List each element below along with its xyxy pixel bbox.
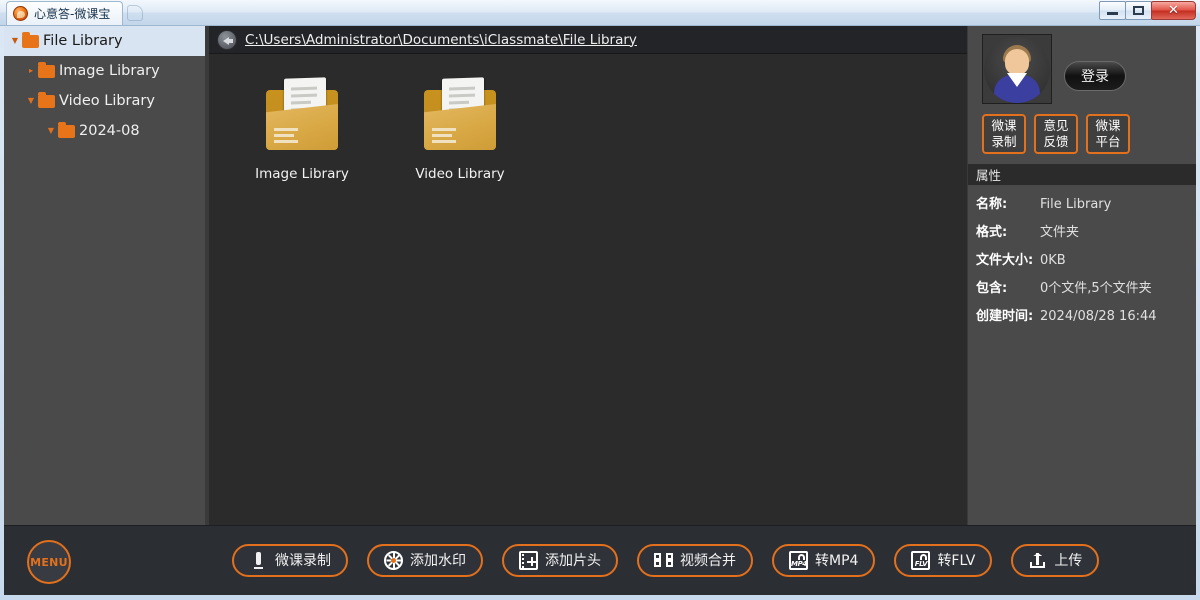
property-key: 格式: (976, 225, 1008, 240)
folder-icon (38, 91, 55, 108)
convert-flv-button[interactable]: FLV 转FLV (894, 544, 993, 577)
close-button[interactable]: ✕ (1151, 1, 1196, 20)
breadcrumb: C:\Users\Administrator\Documents\iClassm… (209, 26, 967, 54)
property-key: 名称: (976, 197, 1008, 212)
sidebar-item-label: File Library (43, 33, 123, 49)
property-value: 0KB (1040, 253, 1066, 268)
bottom-toolbar: MENU 微课录制 添加水印 添加片头 视频合并 MP4 转MP4 FLV 转F… (4, 525, 1196, 595)
sidebar-item-2024-08[interactable]: ▼ 2024-08 (4, 116, 209, 146)
add-intro-button[interactable]: 添加片头 (502, 544, 618, 577)
folder-document-icon (262, 76, 342, 152)
upload-icon (1028, 551, 1047, 570)
minimize-icon (1107, 12, 1118, 15)
toolbar-buttons: 微课录制 添加水印 添加片头 视频合并 MP4 转MP4 FLV 转FLV 上传 (232, 544, 1100, 577)
app-logo-icon (13, 5, 28, 21)
merge-video-button[interactable]: 视频合并 (637, 544, 753, 577)
new-tab-icon[interactable] (127, 4, 144, 21)
button-label-line2: 平台 (1095, 134, 1121, 149)
toolbar-button-label: 视频合并 (680, 552, 736, 569)
toolbar-button-label: 微课录制 (275, 552, 331, 569)
folder-document-icon (420, 76, 500, 152)
toolbar-button-label: 上传 (1054, 552, 1083, 569)
sidebar-item-file-library[interactable]: ▼ File Library (4, 26, 209, 56)
folder-icon (38, 61, 55, 78)
menu-button[interactable]: MENU (27, 540, 71, 584)
file-item-label: Image Library (255, 166, 349, 182)
chevron-down-icon[interactable]: ▼ (44, 127, 58, 135)
platform-button[interactable]: 微课 平台 (1086, 114, 1130, 154)
path-text[interactable]: C:\Users\Administrator\Documents\iClassm… (245, 32, 637, 48)
property-value: 文件夹 (1040, 225, 1080, 240)
sidebar-item-label: 2024-08 (79, 123, 140, 139)
avatar[interactable] (982, 34, 1052, 104)
minimize-button[interactable] (1099, 1, 1126, 20)
sidebar-tree: ▼ File Library ▸ Image Library ▼ Video L… (4, 26, 209, 525)
film-plus-icon (519, 551, 538, 570)
main-content: C:\Users\Administrator\Documents\iClassm… (209, 26, 967, 525)
flv-badge-text: FLV (914, 560, 928, 568)
button-label-line1: 微课 (991, 118, 1017, 133)
chevron-down-icon[interactable]: ▼ (8, 37, 22, 45)
microphone-icon (249, 551, 268, 570)
property-row: 名称: File Library (976, 197, 1188, 213)
toolbar-button-label: 添加片头 (545, 552, 601, 569)
window-tab[interactable]: 心意答-微课宝 (6, 0, 124, 25)
sidebar-item-label: Video Library (59, 93, 155, 109)
chevron-down-icon[interactable]: ▼ (24, 97, 38, 105)
login-button[interactable]: 登录 (1064, 61, 1126, 91)
feedback-button[interactable]: 意见 反馈 (1034, 114, 1078, 154)
file-grid: Image Library Video Library (209, 54, 967, 525)
account-action-buttons: 微课 录制 意见 反馈 微课 平台 (968, 104, 1196, 164)
merge-panels-icon (654, 551, 673, 570)
folder-icon (22, 31, 39, 48)
record-microlesson-button[interactable]: 微课 录制 (982, 114, 1026, 154)
file-item[interactable]: Video Library (381, 76, 539, 208)
button-label-line2: 反馈 (1043, 134, 1069, 149)
file-item-label: Video Library (415, 166, 505, 182)
back-arrow-icon[interactable] (217, 29, 237, 50)
account-section: 登录 (968, 26, 1196, 104)
sidebar-item-label: Image Library (59, 63, 160, 79)
right-panel: 登录 微课 录制 意见 反馈 微课 平台 属性 名称: File Library… (967, 26, 1196, 525)
button-label-line2: 录制 (991, 134, 1017, 149)
mp4-convert-icon: MP4 (789, 551, 808, 570)
user-avatar-icon (984, 37, 1050, 103)
window-body: ▼ File Library ▸ Image Library ▼ Video L… (4, 26, 1196, 525)
property-key: 包含: (976, 281, 1008, 296)
toolbar-button-label: 转FLV (937, 552, 976, 569)
window-controls: ✕ (1099, 1, 1196, 20)
property-value: File Library (1040, 197, 1112, 212)
property-row: 格式: 文件夹 (976, 225, 1188, 241)
toolbar-button-label: 转MP4 (815, 552, 859, 569)
flv-convert-icon: FLV (911, 551, 931, 570)
properties-header: 属性 (968, 164, 1196, 185)
upload-button[interactable]: 上传 (1011, 544, 1100, 577)
button-label-line1: 微课 (1095, 118, 1121, 133)
sidebar-item-image-library[interactable]: ▸ Image Library (4, 56, 209, 86)
toolbar-button-label: 添加水印 (410, 552, 466, 569)
record-microlesson-toolbar-button[interactable]: 微课录制 (232, 544, 348, 577)
maximize-button[interactable] (1125, 1, 1152, 20)
application-window: 心意答-微课宝 ✕ ▼ File Library ▸ Image Library… (0, 0, 1200, 600)
property-row: 文件大小: 0KB (976, 253, 1188, 269)
property-row: 包含: 0个文件,5个文件夹 (976, 281, 1188, 297)
property-value: 2024/08/28 16:44 (1040, 309, 1157, 324)
button-label-line1: 意见 (1043, 118, 1069, 133)
file-item[interactable]: Image Library (223, 76, 381, 208)
add-watermark-button[interactable]: 添加水印 (367, 544, 483, 577)
title-bar: 心意答-微课宝 ✕ (0, 0, 1200, 26)
window-title: 心意答-微课宝 (34, 6, 111, 21)
watermark-wheel-icon (384, 551, 403, 570)
property-key: 创建时间: (976, 309, 1034, 324)
folder-icon (58, 121, 75, 138)
properties-list: 名称: File Library 格式: 文件夹 文件大小: 0KB 包含: 0… (968, 185, 1196, 337)
chevron-right-icon[interactable]: ▸ (24, 67, 38, 75)
maximize-icon (1133, 6, 1144, 15)
property-value: 0个文件,5个文件夹 (1040, 281, 1152, 296)
sidebar-item-video-library[interactable]: ▼ Video Library (4, 86, 209, 116)
convert-mp4-button[interactable]: MP4 转MP4 (772, 544, 876, 577)
mp4-badge-text: MP4 (791, 560, 807, 568)
property-row: 创建时间: 2024/08/28 16:44 (976, 309, 1188, 325)
property-key: 文件大小: (976, 253, 1034, 268)
